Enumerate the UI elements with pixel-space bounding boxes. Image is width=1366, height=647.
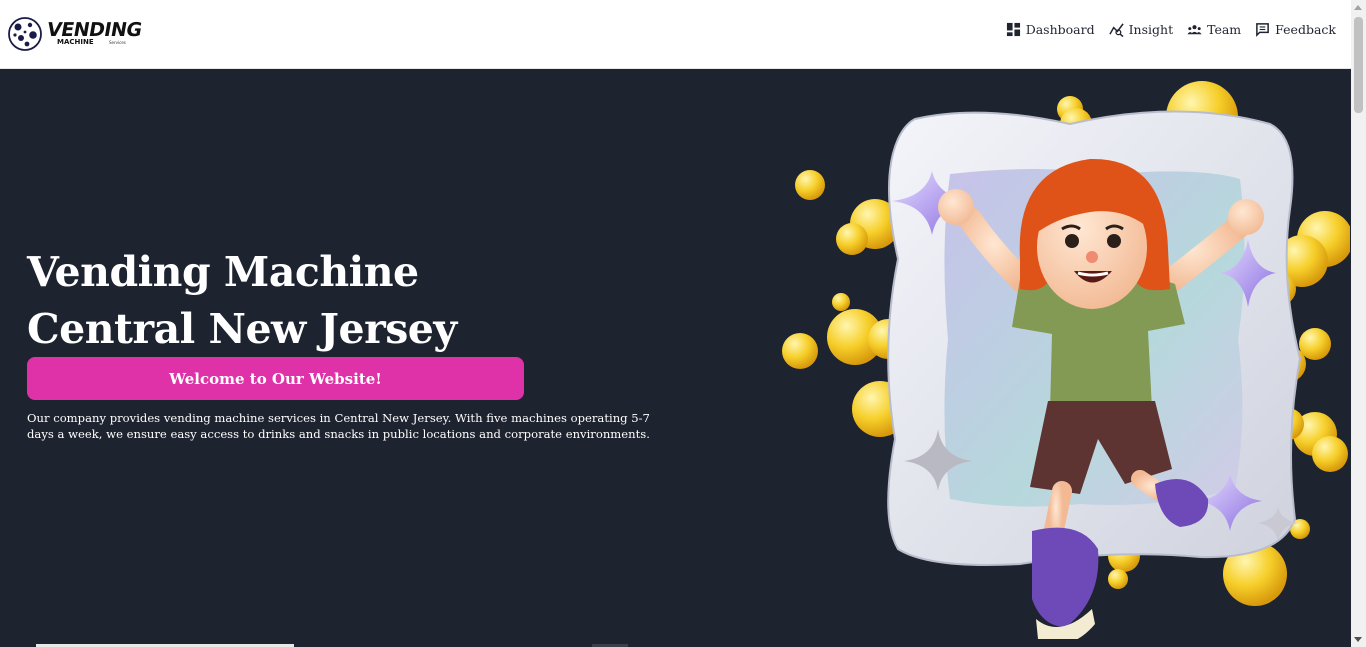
nav-label-team: Team [1207, 22, 1242, 37]
hero-title-line1: Vending Machine [27, 248, 419, 296]
page: VENDING MACHINE Services Dashboard Insig… [0, 0, 1366, 647]
nav-label-feedback: Feedback [1275, 22, 1336, 37]
hero-section: Vending Machine Central New Jersey Welco… [0, 69, 1351, 647]
dashboard-icon [1006, 22, 1020, 37]
vertical-scrollbar[interactable] [1351, 0, 1366, 647]
welcome-button[interactable]: Welcome to Our Website! [27, 357, 524, 400]
nav-label-dashboard: Dashboard [1025, 22, 1095, 37]
team-icon [1187, 25, 1202, 35]
nav-item-dashboard[interactable]: Dashboard [1006, 22, 1095, 37]
hero-illustration [782, 81, 1350, 639]
hero-title: Vending Machine Central New Jersey [27, 244, 587, 358]
logo-subtitle: MACHINE [57, 38, 94, 46]
hero-description: Our company provides vending machine ser… [27, 411, 650, 441]
feedback-icon [1256, 23, 1270, 37]
insight-icon [1108, 23, 1124, 37]
logo-tagline: Services [109, 40, 126, 45]
nav-label-insight: Insight [1128, 22, 1174, 37]
nav-item-feedback[interactable]: Feedback [1255, 22, 1336, 37]
logo-wordmark: VENDING MACHINE Services [45, 17, 143, 51]
scroll-down-arrow-icon[interactable] [1354, 637, 1362, 642]
site-logo[interactable]: VENDING MACHINE Services [7, 14, 143, 54]
logo-globe-icon [8, 17, 42, 51]
nav-item-team[interactable]: Team [1187, 22, 1241, 37]
scroll-up-arrow-icon[interactable] [1354, 5, 1362, 10]
hero-title-line2: Central New Jersey [27, 305, 457, 353]
site-header: VENDING MACHINE Services Dashboard Insig… [0, 0, 1351, 69]
scrollbar-thumb[interactable] [1354, 17, 1363, 113]
main-nav: Dashboard Insight Team Feedback [1006, 22, 1336, 37]
nav-item-insight[interactable]: Insight [1108, 22, 1174, 37]
